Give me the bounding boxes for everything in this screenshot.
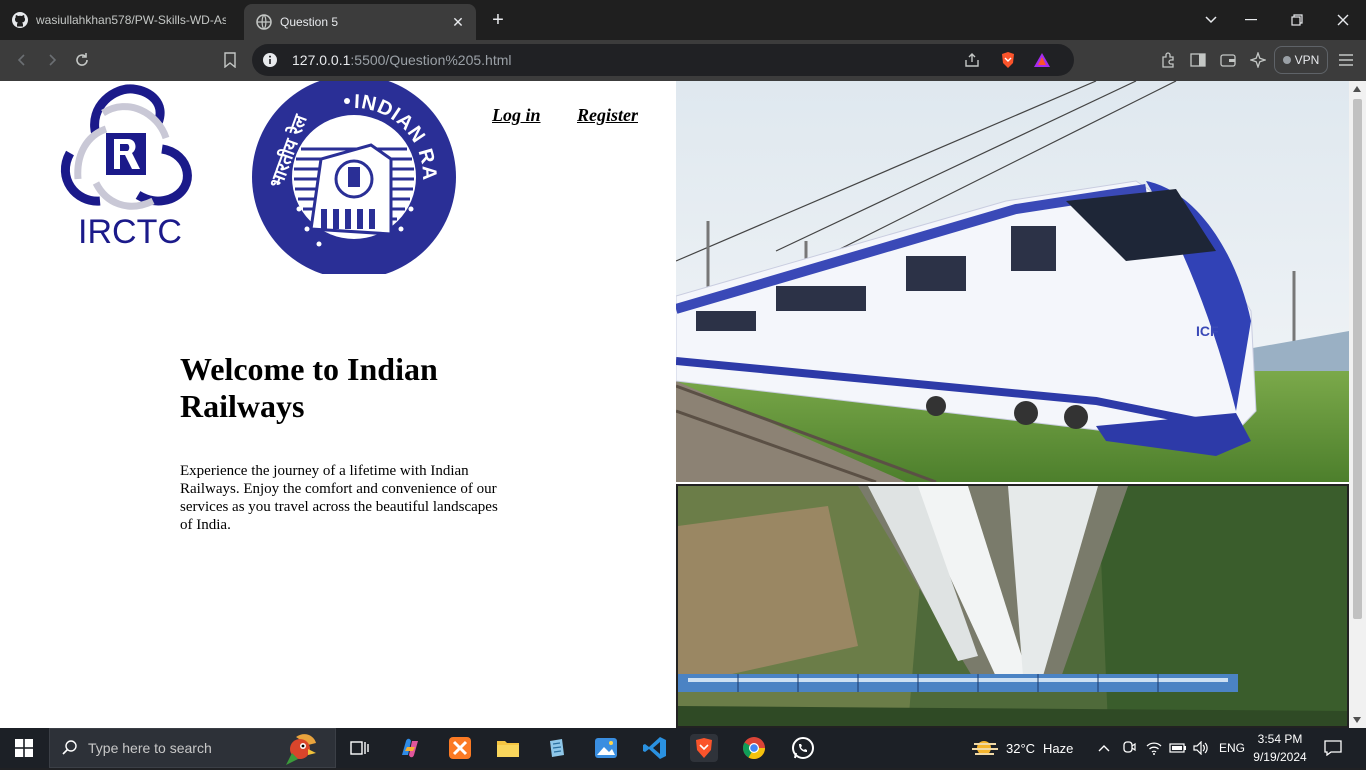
brave-shields-icon[interactable] [998, 50, 1018, 70]
menu-icon[interactable] [1334, 48, 1358, 72]
tab-github[interactable]: wasiullahkhan578/PW-Skills-WD-As [0, 6, 240, 34]
sidebar-icon[interactable] [1186, 48, 1210, 72]
brave-taskbar-icon[interactable] [690, 734, 718, 762]
weather-description: Haze [1043, 740, 1074, 756]
search-icon [62, 739, 78, 758]
vpn-label: VPN [1294, 53, 1320, 67]
train-label: ICF [1196, 323, 1219, 339]
notifications-icon[interactable] [1324, 728, 1342, 768]
github-icon [12, 12, 28, 28]
xampp-icon[interactable] [446, 734, 474, 762]
weather-temperature: 32°C [1006, 740, 1036, 756]
extensions-icon[interactable] [1156, 48, 1180, 72]
battery-icon[interactable] [1169, 728, 1187, 768]
start-button[interactable] [0, 728, 48, 768]
task-view-icon[interactable] [346, 734, 374, 762]
url-text: 127.0.0.1:5500/Question%205.html [292, 52, 512, 68]
wifi-icon[interactable] [1146, 728, 1162, 768]
page-description: Experience the journey of a lifetime wit… [180, 463, 498, 533]
right-panel: ICF [676, 81, 1349, 728]
vpn-button[interactable]: VPN [1274, 46, 1328, 74]
waterfall-train-image [676, 484, 1349, 728]
input-language[interactable]: ENG [1219, 728, 1245, 768]
wallet-icon[interactable] [1216, 48, 1240, 72]
tab-question-5[interactable]: Question 5 ✕ [244, 4, 476, 40]
irctc-logo-text: IRCTC [78, 213, 182, 251]
tab-strip: wasiullahkhan578/PW-Skills-WD-As Questio… [0, 0, 1366, 40]
show-hidden-icons-chevron-icon[interactable] [1098, 728, 1110, 768]
page-scrollbar[interactable] [1349, 81, 1366, 728]
meet-now-icon[interactable] [1122, 728, 1136, 768]
page-heading: Welcome to Indian Railways [180, 351, 438, 424]
leo-ai-icon[interactable] [1246, 48, 1270, 72]
search-placeholder: Type here to search [88, 740, 212, 756]
scroll-up-icon[interactable] [1353, 86, 1361, 92]
tab-search-chevron-icon[interactable] [1197, 8, 1225, 32]
address-bar[interactable]: 127.0.0.1:5500/Question%205.html [252, 44, 1074, 76]
whatsapp-icon[interactable] [789, 734, 817, 762]
irctc-logo: IRCTC [58, 83, 196, 253]
clock-time: 3:54 PM [1257, 732, 1303, 746]
scroll-thumb[interactable] [1353, 99, 1362, 619]
new-tab-button[interactable]: + [486, 8, 510, 32]
restore-icon[interactable] [1283, 8, 1311, 32]
tab-title: Question 5 [280, 15, 339, 29]
left-panel: IRCTC INDIAN RA भारतीय रेल Log in Regist… [0, 81, 676, 728]
language-label: ENG [1219, 741, 1246, 755]
minimize-icon[interactable] [1237, 8, 1265, 32]
haze-weather-icon [972, 741, 998, 755]
back-icon[interactable] [10, 48, 34, 72]
bookmark-icon[interactable] [218, 48, 242, 72]
weather-widget[interactable]: 32°C Haze [972, 728, 1073, 768]
volume-icon[interactable] [1193, 728, 1209, 768]
globe-icon [256, 14, 272, 30]
vpn-status-icon [1282, 56, 1291, 64]
chrome-icon[interactable] [740, 734, 768, 762]
close-window-icon[interactable] [1329, 8, 1357, 32]
page-viewport: IRCTC INDIAN RA भारतीय रेल Log in Regist… [0, 81, 1366, 728]
vande-bharat-train-image: ICF [676, 81, 1349, 482]
close-tab-icon[interactable]: ✕ [448, 12, 468, 32]
scroll-down-icon[interactable] [1353, 717, 1361, 723]
system-clock[interactable]: 3:54 PM 9/19/2024 [1248, 730, 1312, 766]
share-icon[interactable] [962, 50, 982, 70]
tab-title: wasiullahkhan578/PW-Skills-WD-As [36, 13, 226, 27]
vscode-icon[interactable] [641, 734, 669, 762]
forward-icon[interactable] [40, 48, 64, 72]
login-link[interactable]: Log in [492, 105, 541, 126]
site-info-icon[interactable] [262, 52, 278, 68]
windows-logo-icon [15, 739, 33, 757]
reload-icon[interactable] [70, 48, 94, 72]
register-link[interactable]: Register [577, 105, 638, 126]
windows-taskbar: Type here to search 32°C Haze ENG 3:54 P… [0, 728, 1366, 768]
url-host: 127.0.0.1 [292, 52, 351, 68]
clock-date: 9/19/2024 [1253, 750, 1307, 764]
browser-toolbar: 127.0.0.1:5500/Question%205.html VPN [0, 40, 1366, 81]
copilot-icon[interactable] [396, 734, 424, 762]
url-path: :5500/Question%205.html [350, 52, 512, 68]
photos-icon[interactable] [592, 734, 620, 762]
taskbar-search-box[interactable]: Type here to search [49, 728, 336, 768]
brave-rewards-icon[interactable] [1032, 50, 1052, 70]
indian-railways-logo: INDIAN RAILWAYS भारतीय रेल [242, 81, 457, 279]
search-highlight-icon [278, 731, 322, 770]
file-explorer-icon[interactable] [494, 734, 522, 762]
notepad-icon[interactable] [543, 734, 571, 762]
